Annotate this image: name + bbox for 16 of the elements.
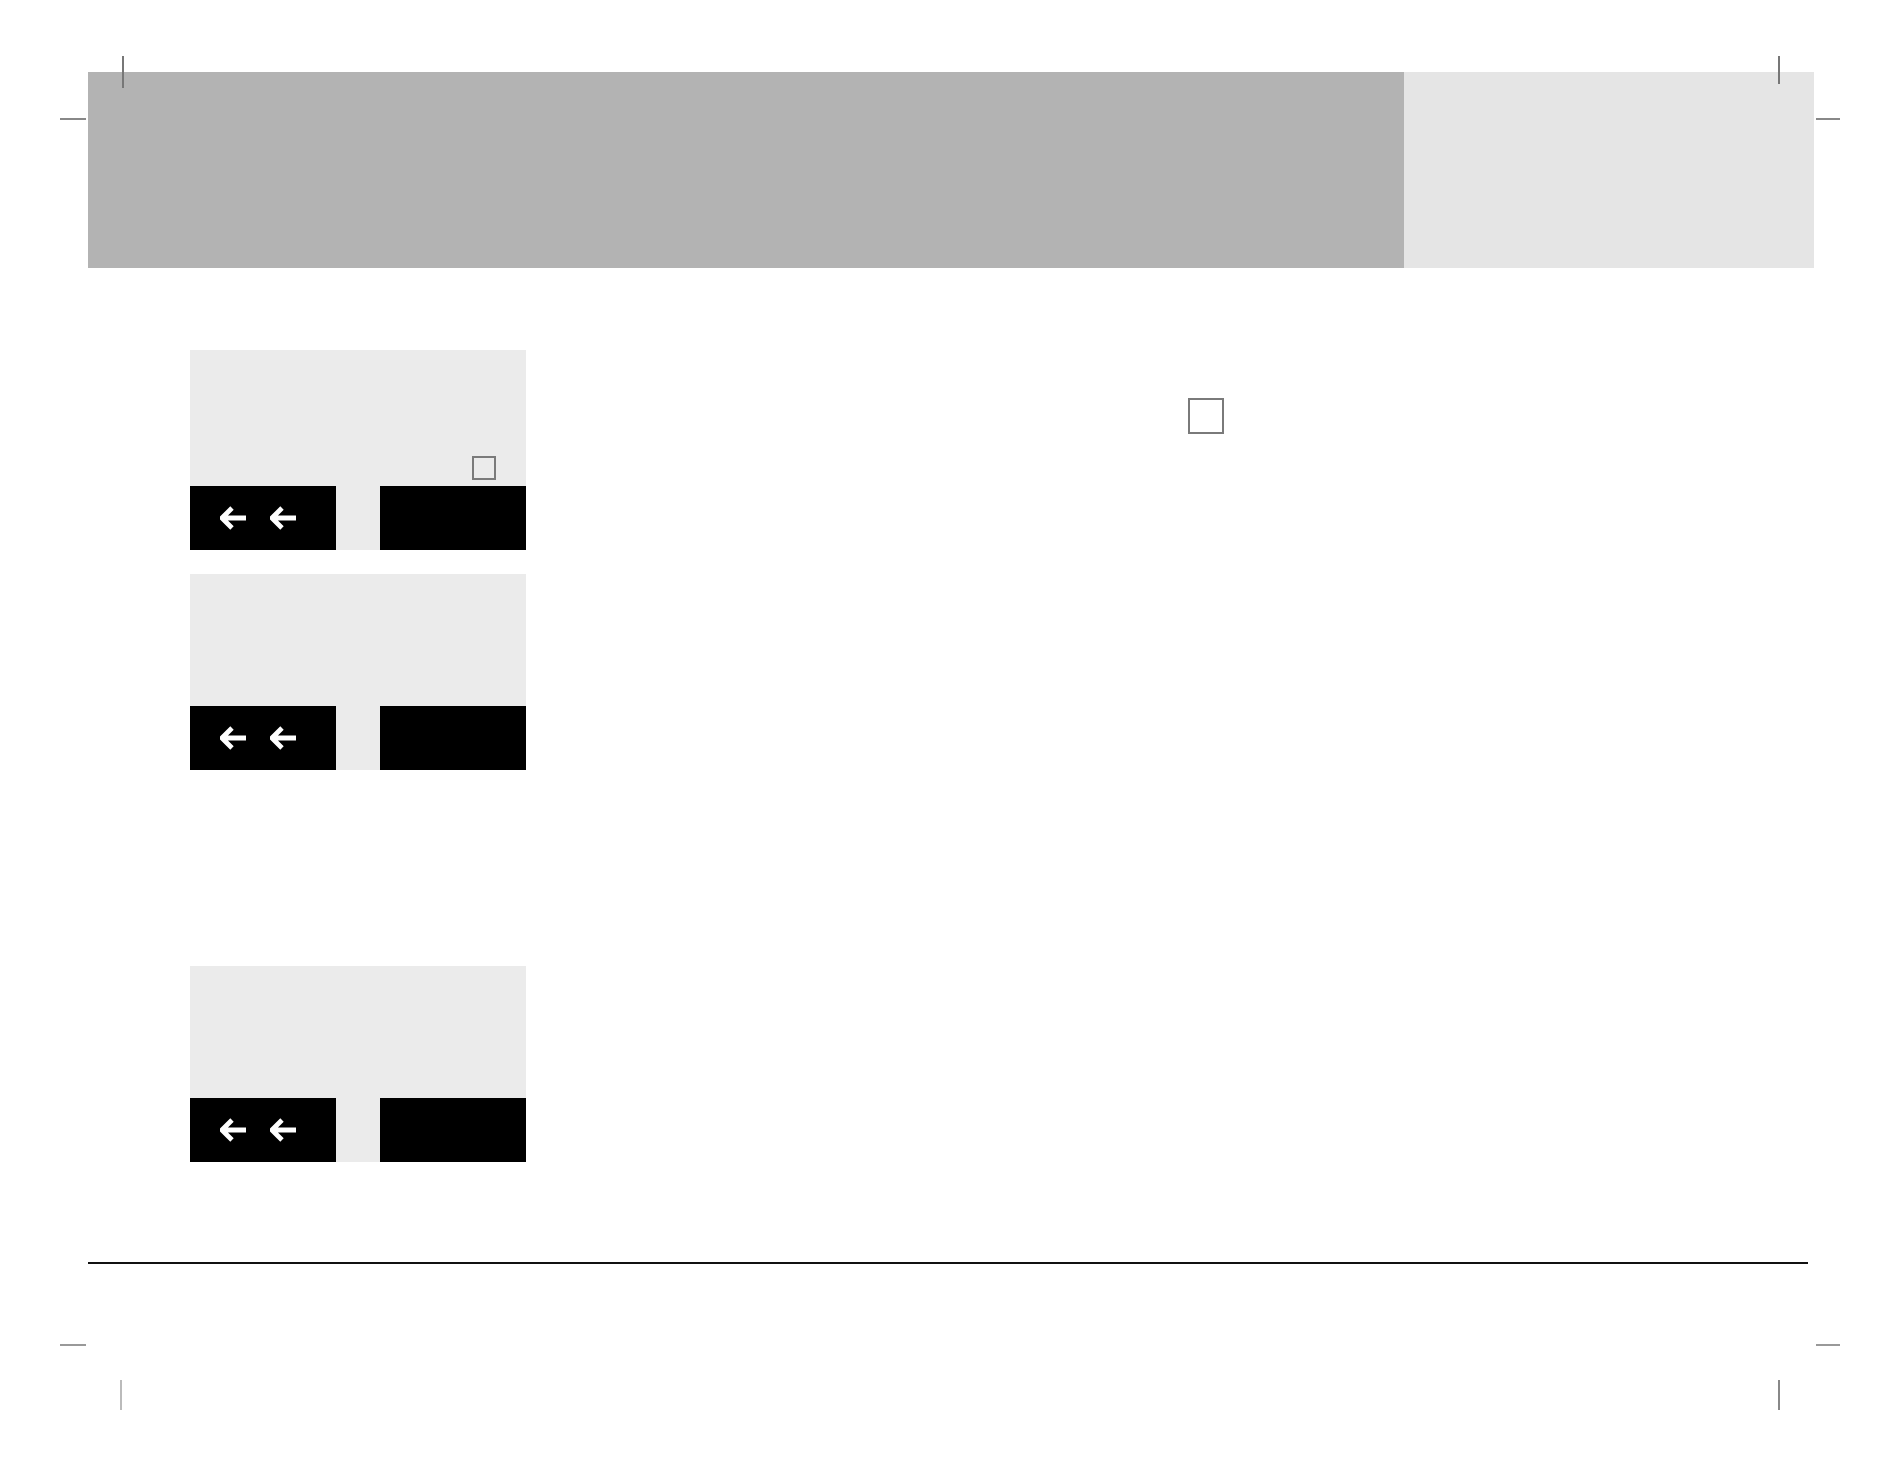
left-arrow-icon [270,506,298,530]
crop-mark [1816,1344,1840,1346]
left-arrow-icon [220,726,248,750]
left-arrow-icon [220,506,248,530]
checkbox[interactable] [472,456,496,480]
crop-mark [1816,118,1840,120]
crop-mark [1778,1380,1780,1410]
crop-mark [122,56,124,88]
left-arrow-icon [270,726,298,750]
crop-mark [120,1380,122,1410]
crop-mark [60,1344,86,1346]
checkbox[interactable] [1188,398,1224,434]
left-arrow-icon [270,1118,298,1142]
left-arrow-icon [220,1118,248,1142]
crop-mark [60,118,86,120]
crop-mark [1778,56,1780,84]
